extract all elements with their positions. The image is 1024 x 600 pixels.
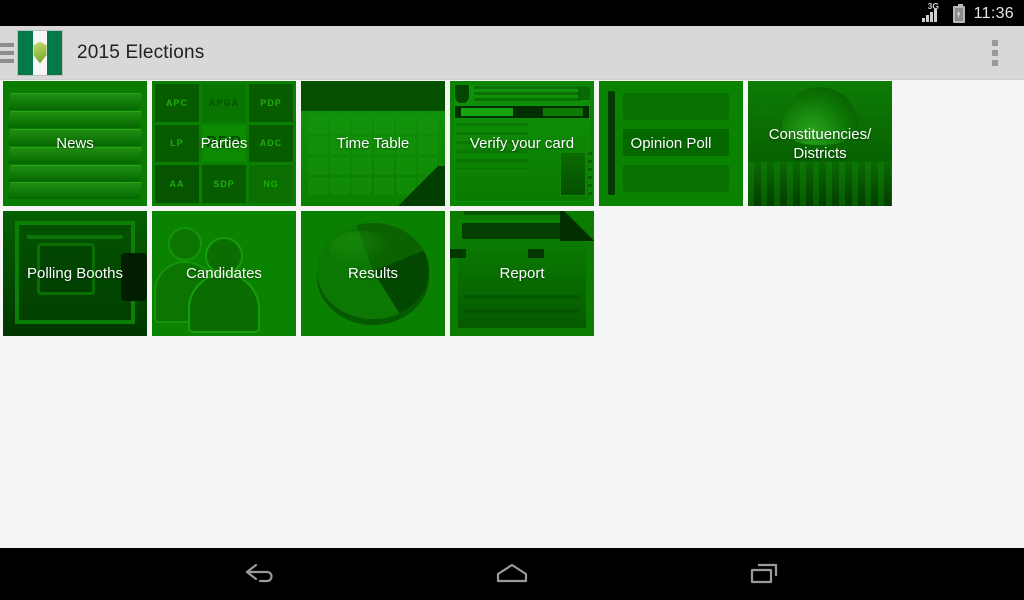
tile-label: Parties	[200, 135, 248, 152]
party-logo: PDP	[249, 84, 293, 122]
party-logo: ADC	[249, 124, 293, 163]
action-bar: 2015 Elections	[0, 26, 1024, 80]
tile-label: Results	[347, 265, 399, 282]
tile-results[interactable]: Results	[301, 211, 445, 336]
signal-bars-glyph	[921, 8, 937, 22]
party-logo: LP	[155, 124, 199, 163]
tile-report[interactable]: Report	[450, 211, 594, 336]
tile-grid: News APC APGA PDP LP PDP ADC AA SDP NG P…	[3, 81, 1021, 336]
recent-apps-icon[interactable]	[736, 554, 792, 594]
tile-parties[interactable]: APC APGA PDP LP PDP ADC AA SDP NG Partie…	[152, 81, 296, 206]
home-icon[interactable]	[484, 554, 540, 594]
tile-candidates[interactable]: Candidates	[152, 211, 296, 336]
tile-time-table[interactable]: Time Table	[301, 81, 445, 206]
status-bar-icons: 3G 11:36	[920, 1, 1014, 23]
tile-verify-your-card[interactable]: Verify your card	[450, 81, 594, 206]
tile-news[interactable]: News	[3, 81, 147, 206]
signal-bars-icon: 3G	[920, 1, 946, 23]
page-title: 2015 Elections	[77, 41, 205, 63]
tile-label: Constituencies/ Districts	[768, 125, 872, 162]
tile-label: Candidates	[186, 265, 262, 282]
tile-label: News	[56, 135, 94, 152]
battery-charging-icon	[952, 3, 965, 23]
back-arrow-icon[interactable]	[232, 554, 288, 594]
tile-constituencies-districts[interactable]: Constituencies/ Districts	[748, 81, 892, 206]
app-screen: 3G 11:36 2015 Elections News APC APGA PD…	[0, 0, 1024, 600]
hamburger-menu-icon[interactable]	[0, 42, 14, 63]
status-bar-clock: 11:36	[973, 4, 1014, 22]
party-logo: AA	[155, 165, 199, 203]
status-bar: 3G 11:36	[0, 0, 1024, 26]
tile-label: Verify your card	[469, 135, 575, 152]
android-navigation-bar	[0, 548, 1024, 600]
overflow-menu-icon[interactable]	[986, 34, 1004, 72]
party-logo: NG	[249, 165, 293, 203]
tile-label: Time Table	[336, 135, 410, 152]
party-logo: APC	[155, 84, 199, 122]
nigeria-flag-logo-icon	[17, 29, 63, 76]
tile-polling-booths[interactable]: Polling Booths	[3, 211, 147, 336]
tile-label: Polling Booths	[27, 265, 123, 282]
party-logo: APGA	[202, 84, 246, 122]
tile-label: Report	[499, 265, 545, 282]
tile-opinion-poll[interactable]: Opinion Poll	[599, 81, 743, 206]
tile-label: Opinion Poll	[630, 135, 712, 152]
party-logo: SDP	[202, 165, 246, 203]
